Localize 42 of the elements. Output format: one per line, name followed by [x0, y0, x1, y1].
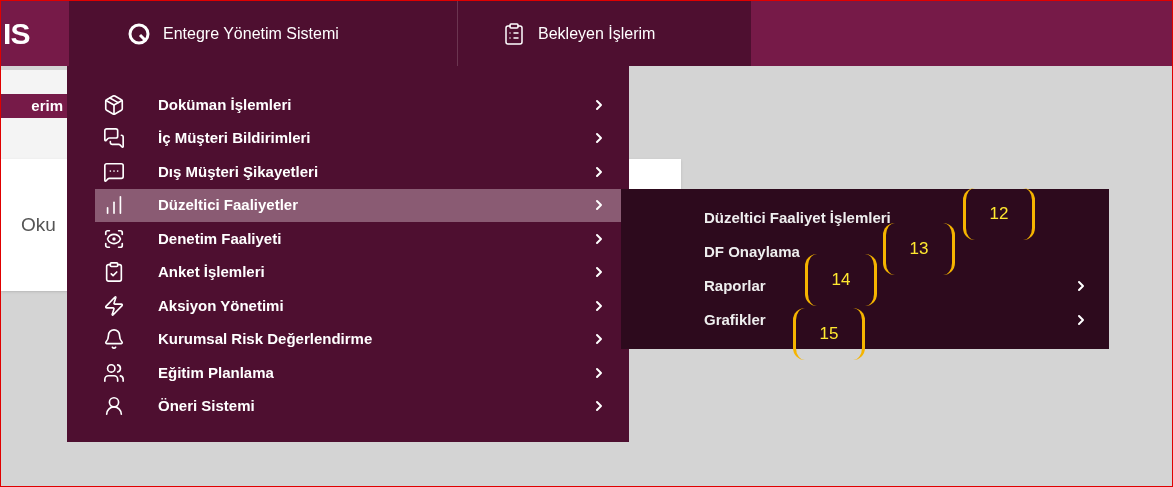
- menu-label: Düzeltici Faaliyetler: [158, 195, 300, 215]
- person-icon: [103, 395, 125, 418]
- menu-item[interactable]: Denetim Faaliyeti: [95, 222, 621, 256]
- menu-item[interactable]: Düzeltici Faaliyetler: [95, 188, 621, 222]
- card-text: Oku: [21, 212, 56, 237]
- menu-label: Kurumsal Risk Değerlendirme: [158, 329, 374, 349]
- menu-item[interactable]: Doküman İşlemleri: [95, 88, 621, 122]
- menu-item[interactable]: Anket İşlemleri: [95, 255, 621, 289]
- callout-bracket: 12: [963, 188, 1035, 240]
- menu-item[interactable]: Aksiyon Yönetimi: [95, 289, 621, 323]
- bell-icon: [103, 328, 125, 351]
- submenu-item[interactable]: Raporlar: [704, 274, 766, 298]
- q-circle-icon: [127, 21, 151, 46]
- menu-label: Aksiyon Yönetimi: [158, 295, 285, 316]
- clipboard-check-icon: [103, 261, 125, 284]
- menu-label: Öneri Sistemi: [158, 396, 256, 416]
- callout-bracket: 14: [805, 254, 877, 306]
- menu-item[interactable]: İç Müşteri Bildirimleri: [95, 121, 621, 155]
- menu-item[interactable]: Öneri Sistemi: [95, 389, 621, 423]
- callout-bracket: 13: [883, 223, 955, 275]
- lightning-icon: [103, 294, 125, 317]
- chat-bubbles-icon: [103, 127, 125, 150]
- menu-item[interactable]: Kurumsal Risk Değerlendirme: [95, 322, 621, 356]
- submenu-item[interactable]: Grafikler: [704, 308, 766, 332]
- nav-tab[interactable]: Bekleyen İşlerim: [458, 1, 656, 66]
- logo: IS: [3, 16, 30, 52]
- menu-label: Dış Müşteri Şikayetleri: [158, 161, 320, 182]
- chat-bubble-icon: [103, 160, 125, 183]
- eye-icon: [103, 227, 125, 250]
- callout-bracket: 15: [793, 308, 865, 360]
- tab[interactable]: erim: [1, 94, 67, 118]
- menu-item[interactable]: Dış Müşteri Şikayetleri: [95, 155, 621, 189]
- menu-item[interactable]: Eğitim Planlama: [95, 356, 621, 390]
- menu-label: Doküman İşlemleri: [158, 94, 293, 115]
- menu-label: Anket İşlemleri: [158, 262, 266, 282]
- submenu-item[interactable]: DF Onaylama: [704, 240, 800, 264]
- menu-label: Eğitim Planlama: [158, 362, 275, 383]
- group-icon: [103, 361, 125, 384]
- box-icon: [103, 93, 125, 116]
- menu-label: Denetim Faaliyeti: [158, 228, 283, 249]
- menu-label: İç Müşteri Bildirimleri: [158, 128, 312, 148]
- clipboard-icon: [502, 21, 526, 46]
